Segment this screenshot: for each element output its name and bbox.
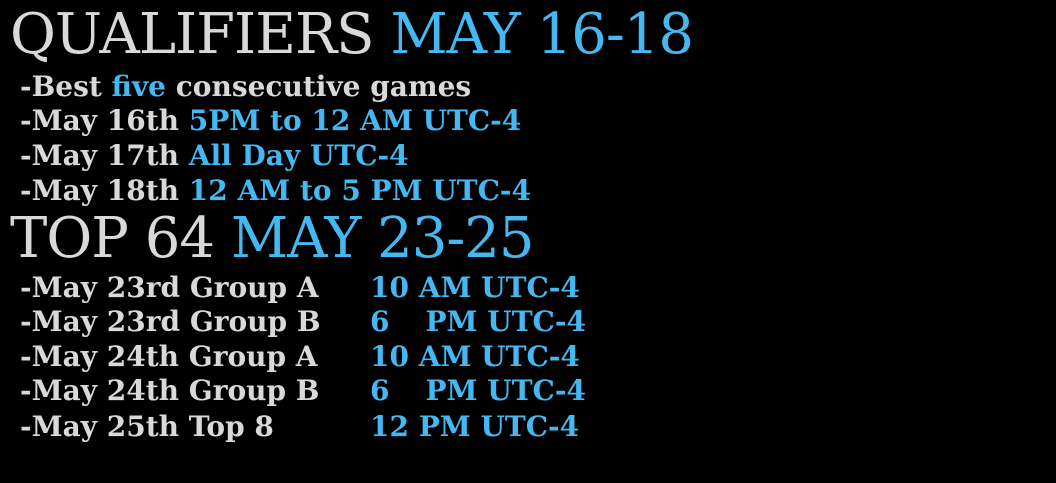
schedule-page: QUALIFIERS MAY 16-18 -Best five consecut… [0, 0, 1056, 483]
row-hour: 6 [370, 374, 390, 407]
line-prefix: -May 17th [20, 139, 189, 172]
top64-heading: TOP 64 MAY 23-25 [10, 206, 535, 271]
line-prefix: -May 16th [20, 104, 189, 137]
line-highlight: 5PM to 12 AM UTC-4 [188, 104, 522, 137]
line-highlight: All Day UTC-4 [188, 139, 409, 172]
qualifiers-title: QUALIFIERS [10, 2, 375, 67]
row-label: -May 23rd Group B [20, 305, 321, 338]
row-time: PM UTC-4 [425, 374, 586, 407]
row-hour: 6 [370, 305, 390, 338]
row-time: PM UTC-4 [418, 410, 580, 443]
row-label: -May 23rd Group A [20, 271, 319, 304]
row-label: -May 25th Top 8 [20, 410, 274, 443]
qualifiers-line-may16: -May 16th 5PM to 12 AM UTC-4 [20, 104, 521, 138]
top64-row-may25-top8: -May 25th Top 8 12 PM UTC-4 [20, 410, 579, 444]
top64-row-may23-group-a: -May 23rd Group A 10 AM UTC-4 [20, 271, 580, 305]
qualifiers-dates: MAY 16-18 [390, 2, 694, 67]
row-label: -May 24th Group A [20, 340, 318, 373]
qualifiers-heading: QUALIFIERS MAY 16-18 [10, 2, 694, 67]
line-suffix: consecutive games [166, 70, 472, 103]
line-prefix: -May 18th [20, 174, 189, 207]
top64-row-may24-group-a: -May 24th Group A 10 AM UTC-4 [20, 340, 580, 374]
top64-row-may23-group-b: -May 23rd Group B 6 PM UTC-4 [20, 305, 586, 339]
row-hour: 10 [370, 271, 409, 304]
line-highlight: 12 AM to 5 PM UTC-4 [188, 174, 531, 207]
top64-dates: MAY 23-25 [230, 206, 535, 271]
row-time: AM UTC-4 [418, 271, 580, 304]
row-hour: 10 [370, 340, 409, 373]
top64-title: TOP 64 [10, 206, 215, 271]
qualifiers-line-may18: -May 18th 12 AM to 5 PM UTC-4 [20, 174, 531, 208]
top64-row-may24-group-b: -May 24th Group B 6 PM UTC-4 [20, 374, 586, 408]
row-time: AM UTC-4 [418, 340, 580, 373]
qualifiers-line-format: -Best five consecutive games [20, 70, 471, 104]
line-prefix: -Best [20, 70, 112, 103]
row-time: PM UTC-4 [425, 305, 586, 338]
row-label: -May 24th Group B [20, 374, 320, 407]
line-highlight: five [111, 70, 166, 103]
qualifiers-line-may17: -May 17th All Day UTC-4 [20, 139, 409, 173]
row-hour: 12 [370, 410, 409, 443]
